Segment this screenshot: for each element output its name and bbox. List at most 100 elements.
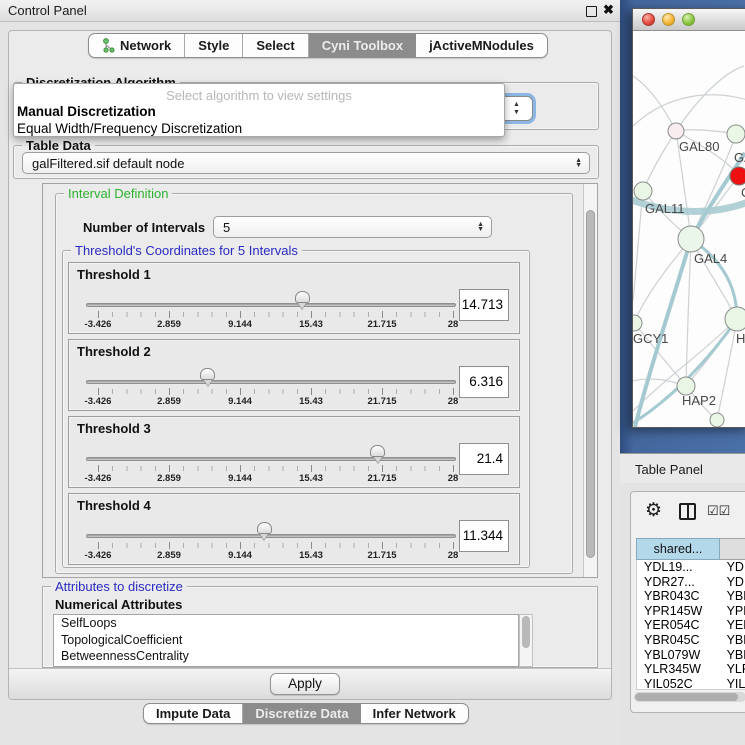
column-header-name[interactable]: name [720, 538, 745, 560]
table-data-combobox[interactable]: galFiltered.sif default node ▲▼ [22, 152, 590, 174]
network-canvas[interactable]: GAL80 GA C GAL11 GAL4 GCY1 H HAP2 [633, 31, 745, 427]
node-gcy1[interactable] [633, 315, 642, 331]
stepper-arrows-icon: ▲▼ [513, 101, 520, 117]
table-panel-titlebar: Table Panel [620, 453, 745, 483]
threshold-1-value-field[interactable]: 14.713 [459, 289, 509, 321]
node-gal4[interactable] [678, 226, 704, 252]
algorithm-placeholder-option[interactable]: Select algorithm to view settings [14, 88, 504, 103]
list-item[interactable]: SelfLoops [54, 615, 518, 632]
tab-cyni-toolbox[interactable]: Cyni Toolbox [309, 34, 416, 57]
close-traffic-light-icon[interactable] [642, 13, 655, 26]
scrollbar-thumb[interactable] [522, 616, 530, 648]
node-label-ga: GA [734, 150, 745, 165]
node-gal80[interactable] [668, 123, 684, 139]
table-toolbar: ⚙ ☑☑ [631, 492, 745, 532]
node-table: shared... name YDL19...YDL1 YDR27...YDR2… [636, 538, 745, 690]
node-label-gal80: GAL80 [679, 139, 719, 154]
attributes-scrollbar[interactable] [519, 614, 533, 667]
number-of-intervals-value: 5 [223, 220, 230, 235]
threshold-4-value-field[interactable]: 11.344 [459, 520, 509, 552]
network-window-titlebar [633, 9, 745, 31]
gear-icon[interactable]: ⚙ [645, 499, 662, 522]
minimize-traffic-light-icon[interactable] [662, 13, 675, 26]
numerical-attributes-list[interactable]: SelfLoops TopologicalCoefficient Between… [53, 614, 519, 667]
table-row[interactable]: YLR345WYLR3 [637, 662, 745, 677]
node-label-gcy1: GCY1 [633, 331, 668, 346]
threshold-2-slider-thumb[interactable] [200, 368, 215, 380]
threshold-3-slider-thumb[interactable] [370, 445, 385, 457]
control-panel-titlebar: Control Panel ✖ [0, 0, 620, 22]
table-rows: YDL19...YDL1 YDR27...YDR2 YBR043CYBR0 YP… [636, 560, 745, 690]
node-ga[interactable] [727, 125, 745, 143]
node-selected-red[interactable] [730, 167, 745, 185]
threshold-3-value-field[interactable]: 21.4 [459, 443, 509, 475]
table-panel-body: ⚙ ☑☑ shared... name YDL19...YDL1 YDR27..… [620, 483, 745, 745]
slider-ticks [98, 466, 453, 471]
list-item[interactable]: BetweennessCentrality [54, 648, 518, 665]
node-partial[interactable] [710, 413, 724, 427]
list-item[interactable]: TopologicalCoefficient [54, 632, 518, 649]
algorithm-option-equal-width[interactable]: Equal Width/Frequency Discretization [17, 121, 242, 136]
panel-title: Control Panel [8, 3, 87, 18]
slider-ticks [98, 389, 453, 394]
algorithm-option-manual[interactable]: Manual Discretization [17, 104, 156, 119]
scrollbar-thumb[interactable] [635, 693, 738, 701]
zoom-traffic-light-icon[interactable] [682, 13, 695, 26]
apply-bar: Apply [9, 668, 611, 699]
node-label-h: H [736, 331, 745, 346]
table-row[interactable]: YDR27...YDR2 [637, 575, 745, 590]
threshold-1-panel: Threshold 1 -3.426 2.859 9.144 15.43 21.… [68, 262, 520, 334]
bottom-tab-bar: Impute Data Discretize Data Infer Networ… [143, 703, 469, 724]
float-window-icon[interactable] [586, 6, 597, 17]
vertical-scrollbar[interactable] [583, 184, 597, 577]
column-header-shared-name[interactable]: shared... [636, 538, 720, 560]
tab-network[interactable]: Network [89, 34, 185, 57]
scrollbar-thumb[interactable] [586, 210, 595, 558]
threshold-2-value-field[interactable]: 6.316 [459, 366, 509, 398]
close-icon[interactable]: ✖ [603, 2, 614, 18]
table-data-selected-value: galFiltered.sif default node [32, 156, 184, 171]
table-row[interactable]: YDL19...YDL1 [637, 560, 745, 575]
algorithm-combobox[interactable]: ▲▼ [503, 96, 533, 121]
threshold-3-panel: Threshold 3 -3.426 2.859 9.144 15.43 21.… [68, 416, 520, 488]
numerical-attributes-label: Numerical Attributes [55, 597, 182, 612]
table-row[interactable]: YER054CYER0 [637, 618, 745, 633]
table-row[interactable]: YBR045CYBR0 [637, 633, 745, 648]
top-tab-bar: Network Style Select Cyni Toolbox jActiv… [88, 33, 548, 58]
table-row[interactable]: YBL079WYBL0 [637, 648, 745, 663]
select-columns-icons[interactable]: ☑☑ [707, 503, 730, 519]
tab-discretize-data[interactable]: Discretize Data [243, 704, 360, 723]
tab-infer-network[interactable]: Infer Network [361, 704, 468, 723]
table-row[interactable]: YIL052CYIL0 [637, 677, 745, 690]
network-nodes[interactable] [633, 123, 745, 427]
threshold-4-slider-thumb[interactable] [257, 522, 272, 534]
table-data-group: Table Data galFiltered.sif default node … [13, 145, 599, 179]
network-graph: GAL80 GA C GAL11 GAL4 GCY1 H HAP2 [633, 31, 745, 427]
table-panel-frame: ⚙ ☑☑ shared... name YDL19...YDL1 YDR27..… [630, 491, 745, 713]
node-h[interactable] [725, 307, 745, 331]
slider-ticks [98, 543, 453, 548]
tab-style[interactable]: Style [185, 34, 243, 57]
tab-impute-data[interactable]: Impute Data [144, 704, 243, 723]
table-row[interactable]: YPR145WYPR1 [637, 604, 745, 619]
table-row[interactable]: YBR043CYBR0 [637, 589, 745, 604]
tab-network-label: Network [120, 38, 171, 53]
threshold-1-slider-thumb[interactable] [295, 291, 310, 303]
apply-button[interactable]: Apply [270, 673, 340, 695]
node-label-hap2: HAP2 [682, 393, 716, 408]
tab-jactivemnodules[interactable]: jActiveMNodules [416, 34, 547, 57]
slider-ticks [98, 312, 453, 317]
number-of-intervals-combobox[interactable]: 5 ▲▼ [213, 216, 492, 238]
threshold-coordinates-title: Threshold's Coordinates for 5 Intervals [71, 243, 302, 258]
table-header: shared... name [636, 538, 745, 560]
threshold-4-panel: Threshold 4 -3.426 2.859 9.144 15.43 21.… [68, 493, 520, 565]
horizontal-scrollbar[interactable] [634, 692, 745, 702]
column-layout-icon[interactable] [679, 503, 696, 520]
number-of-intervals-label: Number of Intervals [83, 220, 205, 235]
node-gal11[interactable] [634, 182, 652, 200]
network-tree-icon [102, 38, 115, 53]
algorithm-dropdown-popup: Select algorithm to view settings Manual… [13, 83, 505, 137]
tab-select[interactable]: Select [243, 34, 308, 57]
attributes-group-title: Attributes to discretize [51, 579, 187, 594]
stepper-arrows-icon: ▲▼ [477, 222, 484, 232]
